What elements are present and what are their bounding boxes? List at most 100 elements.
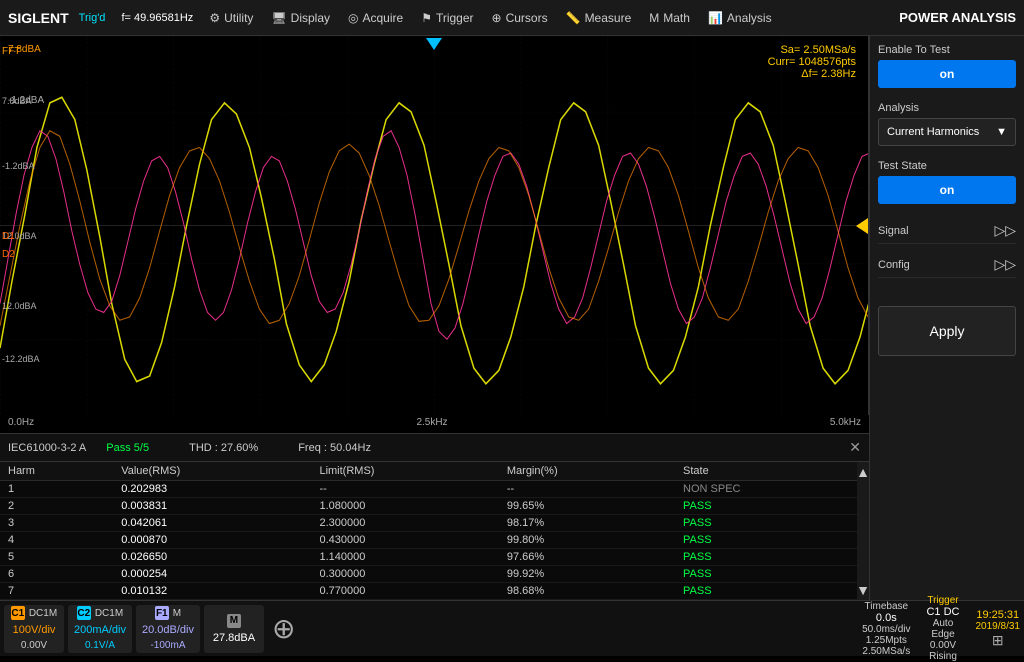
menu-utility[interactable]: ⚙ Utility bbox=[209, 11, 253, 25]
harm-cell: 2 bbox=[0, 498, 113, 515]
analysis-label: Analysis bbox=[878, 102, 1016, 114]
trigger-status: Trig'd bbox=[79, 12, 106, 24]
c1-vdiv: 100V/div bbox=[13, 624, 56, 636]
y-label-mid1: -1.2dBA bbox=[2, 161, 35, 171]
display-icon: 🖥 bbox=[271, 11, 286, 25]
main-layout: 7.8dBA -1.2dBA Sa= 2.50MSa/s Curr= 10485… bbox=[0, 36, 1024, 600]
c1-indicator: C1 bbox=[11, 606, 25, 620]
menu-analysis[interactable]: 📊 Analysis bbox=[708, 11, 772, 25]
limit-cell: 1.080000 bbox=[311, 498, 498, 515]
c2-vdiv: 200mA/div bbox=[74, 624, 126, 636]
config-row[interactable]: Config ▷▷ bbox=[878, 252, 1016, 278]
scroll-up-button[interactable]: ▲ bbox=[856, 464, 870, 480]
analysis-dropdown[interactable]: Current Harmonics ▼ bbox=[878, 118, 1016, 146]
table-scrollbar[interactable]: ▲ ▼ bbox=[857, 462, 869, 600]
enable-to-test-label: Enable To Test bbox=[878, 44, 1016, 56]
y-label-top: 7.8dBA bbox=[2, 96, 32, 106]
harm-cell: 5 bbox=[0, 549, 113, 566]
waveform-display: 7.8dBA -1.2dBA Sa= 2.50MSa/s Curr= 10485… bbox=[0, 36, 869, 415]
c2-mode: DC1M bbox=[95, 608, 123, 619]
channel-c2-badge: C2 DC1M 200mA/div 0.1V/A bbox=[68, 605, 132, 653]
frequency-display: f= 49.96581Hz bbox=[121, 12, 193, 24]
timebase-val1: 0.0s bbox=[876, 612, 897, 624]
harm-cell: 1 bbox=[0, 481, 113, 498]
value-cell: 0.010132 bbox=[113, 583, 311, 600]
value-cell: 0.000254 bbox=[113, 566, 311, 583]
scroll-down-button[interactable]: ▼ bbox=[856, 582, 870, 598]
menu-measure[interactable]: 📏 Measure bbox=[566, 11, 632, 25]
limit-cell: 2.300000 bbox=[311, 515, 498, 532]
trigger-group: Trigger C1 DC Auto Edge 0.00V Rising bbox=[926, 595, 959, 662]
d2-label: D2 bbox=[2, 249, 15, 260]
table-row: 4 0.000870 0.430000 99.80% PASS bbox=[0, 532, 869, 549]
margin-cell: 99.65% bbox=[499, 498, 675, 515]
limit-cell: -- bbox=[311, 481, 498, 498]
menu-trigger[interactable]: ⚑ Trigger bbox=[421, 11, 473, 25]
menu-acquire[interactable]: ◎ Acquire bbox=[348, 11, 403, 25]
enable-to-test-toggle[interactable]: on bbox=[878, 60, 1016, 88]
f1-vdiv: 20.0dB/div bbox=[142, 624, 194, 636]
margin-cell: 97.66% bbox=[499, 549, 675, 566]
value-cell: 0.000870 bbox=[113, 532, 311, 549]
margin-cell: 98.68% bbox=[499, 583, 675, 600]
state-cell: PASS bbox=[675, 532, 869, 549]
harm-cell: 7 bbox=[0, 583, 113, 600]
table-header: IEC61000-3-2 A Pass 5/5 THD : 27.60% Fre… bbox=[0, 434, 869, 462]
state-cell: PASS bbox=[675, 549, 869, 566]
oscilloscope-area: 7.8dBA -1.2dBA Sa= 2.50MSa/s Curr= 10485… bbox=[0, 36, 869, 600]
c1-mode: DC1M bbox=[29, 608, 57, 619]
timebase-sa: 2.50MSa/s bbox=[862, 646, 910, 657]
trigger-arrow-top bbox=[426, 38, 442, 50]
trigger-arrow-right bbox=[856, 218, 868, 234]
trigger-type: Edge bbox=[931, 629, 954, 640]
analysis-icon: 📊 bbox=[708, 11, 723, 25]
waveform-stats: Sa= 2.50MSa/s Curr= 1048576pts Δf= 2.38H… bbox=[768, 44, 856, 80]
trigger-level: 0.00V bbox=[930, 640, 956, 651]
value-cell: 0.202983 bbox=[113, 481, 311, 498]
analysis-section: Analysis Current Harmonics ▼ bbox=[878, 102, 1016, 146]
trigger-slope: Rising bbox=[929, 651, 957, 662]
limit-cell: 0.430000 bbox=[311, 532, 498, 549]
menu-display[interactable]: 🖥 Display bbox=[271, 11, 330, 25]
y-label-bot: -12.2dBA bbox=[2, 354, 40, 364]
utility-icon: ⚙ bbox=[209, 11, 220, 25]
trigger-label: Trigger bbox=[927, 595, 958, 606]
col-state: State bbox=[675, 462, 869, 481]
math-icon: M bbox=[649, 11, 659, 25]
trigger-icon: ⚑ bbox=[421, 11, 432, 25]
cursors-icon: ⊕ bbox=[492, 11, 502, 25]
trigger-mode: Auto bbox=[933, 618, 954, 629]
table-row: 1 0.202983 -- -- NON SPEC bbox=[0, 481, 869, 498]
freq-value: Freq : 50.04Hz bbox=[298, 442, 371, 454]
c1-offset: 0.00V bbox=[21, 640, 47, 651]
c2-indicator: C2 bbox=[77, 606, 91, 620]
signal-row[interactable]: Signal ▷▷ bbox=[878, 218, 1016, 244]
f1-offset: -100mA bbox=[150, 640, 185, 651]
state-cell: PASS bbox=[675, 498, 869, 515]
close-table-button[interactable]: ✕ bbox=[849, 439, 861, 456]
col-harm: Harm bbox=[0, 462, 113, 481]
datetime-group: 19:25:31 2019/8/31 ⊞ bbox=[976, 609, 1021, 649]
right-panel: Enable To Test on Analysis Current Harmo… bbox=[869, 36, 1024, 600]
table-row: 3 0.042061 2.300000 98.17% PASS bbox=[0, 515, 869, 532]
menu-cursors[interactable]: ⊕ Cursors bbox=[492, 11, 548, 25]
value-cell: 0.003831 bbox=[113, 498, 311, 515]
timebase-label: Timebase bbox=[865, 601, 909, 612]
top-menu-bar: SIGLENT Trig'd f= 49.96581Hz ⚙ Utility 🖥… bbox=[0, 0, 1024, 36]
test-state-toggle[interactable]: on bbox=[878, 176, 1016, 204]
margin-cell: -- bbox=[499, 481, 675, 498]
analysis-value: Current Harmonics bbox=[887, 126, 979, 138]
table-row: 6 0.000254 0.300000 99.92% PASS bbox=[0, 566, 869, 583]
pass-result: Pass 5/5 bbox=[106, 442, 149, 454]
timebase-pts: 1.25Mpts bbox=[866, 635, 907, 646]
margin-cell: 98.17% bbox=[499, 515, 675, 532]
brand-logo: SIGLENT bbox=[8, 10, 69, 26]
value-cell: 0.026650 bbox=[113, 549, 311, 566]
waveform-svg bbox=[0, 36, 868, 415]
settings-icon: ⊞ bbox=[992, 632, 1004, 649]
margin-cell: 99.92% bbox=[499, 566, 675, 583]
apply-button[interactable]: Apply bbox=[878, 306, 1016, 356]
time-display: 19:25:31 bbox=[976, 609, 1019, 621]
menu-math[interactable]: M Math bbox=[649, 11, 690, 25]
math-badge: M 27.8dBA bbox=[204, 605, 264, 653]
